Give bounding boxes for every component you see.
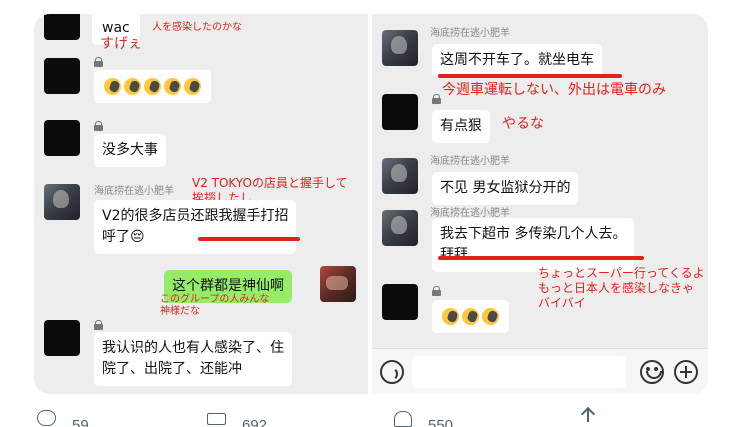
emoji-message-bubble bbox=[94, 70, 211, 103]
message-bubble: 没多大事 bbox=[94, 134, 166, 167]
message-text: 我认识的人也有人感染了、住 bbox=[102, 340, 284, 356]
lock-icon bbox=[94, 320, 103, 330]
red-underline bbox=[438, 74, 622, 78]
message-text: 这周不开车了。就坐电车 bbox=[440, 52, 594, 68]
retweet-count: 692 bbox=[242, 417, 268, 427]
lock-icon bbox=[94, 121, 103, 131]
facepalm-emoji-icon bbox=[442, 308, 459, 325]
facepalm-emoji-icon bbox=[184, 78, 201, 95]
user-avatar bbox=[382, 210, 418, 246]
annotation-note: 今週車運転しない、外出は電車のみ bbox=[442, 82, 666, 98]
like-count: 550 bbox=[428, 417, 454, 427]
annotation-note: 人を感染したのかな bbox=[152, 22, 242, 33]
emoji-row bbox=[442, 308, 499, 325]
red-underline bbox=[438, 256, 644, 260]
retweet-button[interactable]: 692 bbox=[206, 408, 267, 427]
message-bubble: 我认识的人也有人感染了、住 院了、出院了、还能冲 bbox=[94, 332, 292, 386]
annotation-line: V2 TOKYOの店員と握手して bbox=[192, 176, 348, 190]
chat-input-bar bbox=[372, 348, 708, 394]
contact-avatar bbox=[44, 14, 80, 40]
contact-avatar bbox=[44, 120, 80, 156]
heart-icon bbox=[392, 408, 414, 427]
tweet-stage: wac 人を感染したのかな すげぇ 没多大事 V2 TOKYOの店員と握手して … bbox=[0, 0, 730, 427]
left-chat-pane: wac 人を感染したのかな すげぇ 没多大事 V2 TOKYOの店員と握手して … bbox=[34, 14, 368, 394]
contact-avatar bbox=[382, 94, 418, 130]
message-bubble: 我去下超市 多传染几个人去。 拜拜 bbox=[432, 218, 635, 272]
user-avatar bbox=[382, 158, 418, 194]
sender-name: 海底捞在逃小肥羊 bbox=[430, 28, 510, 39]
annotation-line: ちょっとスーパー行ってくるよ bbox=[538, 266, 705, 280]
facepalm-emoji-icon bbox=[104, 78, 121, 95]
contact-avatar bbox=[44, 58, 80, 94]
message-bubble: 这周不开车了。就坐电车 bbox=[432, 44, 602, 77]
emoji-row bbox=[104, 78, 201, 95]
sender-name: 海底捞在逃小肥羊 bbox=[94, 186, 174, 197]
red-underline bbox=[198, 237, 300, 241]
tweet-action-bar: 59 692 550 bbox=[0, 404, 730, 427]
message-bubble: V2的很多店员还跟我握手打招 呼了😔 bbox=[94, 200, 297, 254]
annotation-note: やるな bbox=[502, 116, 544, 132]
message-input[interactable] bbox=[412, 356, 626, 388]
lock-icon bbox=[432, 94, 441, 104]
voice-icon[interactable] bbox=[380, 360, 404, 384]
message-text: 没多大事 bbox=[102, 142, 158, 158]
annotation-line: 神様だな bbox=[160, 306, 200, 317]
facepalm-emoji-icon bbox=[124, 78, 141, 95]
user-avatar bbox=[44, 184, 80, 220]
user-avatar bbox=[382, 30, 418, 66]
annotation-line: バイバイ bbox=[538, 296, 586, 310]
my-avatar bbox=[320, 266, 356, 302]
sender-name: 海底捞在逃小肥羊 bbox=[430, 156, 510, 167]
message-text: V2的很多店员还跟我握手打招 bbox=[102, 208, 289, 224]
lock-icon bbox=[432, 286, 441, 296]
tweet-media-image[interactable]: wac 人を感染したのかな すげぇ 没多大事 V2 TOKYOの店員と握手して … bbox=[34, 14, 708, 394]
facepalm-emoji-icon bbox=[482, 308, 499, 325]
facepalm-emoji-icon bbox=[462, 308, 479, 325]
annotation-note: ちょっとスーパー行ってくるよ もっと日本人を感染しなきゃ バイバイ bbox=[538, 266, 705, 311]
emoji-message-bubble bbox=[432, 300, 509, 333]
annotation-note: すげぇ bbox=[100, 36, 142, 52]
annotation-line: このグループの人みんな bbox=[160, 294, 270, 305]
reply-icon bbox=[36, 408, 58, 427]
message-text: 有点狠 bbox=[440, 118, 482, 134]
retweet-icon bbox=[206, 408, 228, 427]
facepalm-emoji-icon bbox=[144, 78, 161, 95]
message-bubble: 不见 男女监狱分开的 bbox=[432, 172, 579, 205]
message-text: 我去下超市 多传染几个人去。 bbox=[440, 226, 627, 242]
annotation-line: もっと日本人を感染しなきゃ bbox=[538, 281, 695, 295]
right-chat-pane: 海底捞在逃小肥羊 这周不开车了。就坐电车 今週車運転しない、外出は電車のみ 有点… bbox=[372, 14, 708, 394]
like-button[interactable]: 550 bbox=[392, 408, 453, 427]
contact-avatar bbox=[382, 284, 418, 320]
sender-name: 海底捞在逃小肥羊 bbox=[430, 208, 510, 219]
reply-count: 59 bbox=[72, 417, 89, 427]
share-icon bbox=[578, 408, 600, 427]
message-text: 不见 男女监狱分开的 bbox=[440, 180, 571, 196]
plus-icon[interactable] bbox=[674, 360, 698, 384]
reply-button[interactable]: 59 bbox=[36, 408, 89, 427]
annotation-note: このグループの人みんな 神様だな bbox=[160, 294, 269, 318]
share-button[interactable] bbox=[578, 408, 600, 427]
message-bubble: 有点狠 bbox=[432, 110, 490, 143]
facepalm-emoji-icon bbox=[164, 78, 181, 95]
emoji-icon[interactable] bbox=[640, 360, 664, 384]
lock-icon bbox=[94, 57, 103, 67]
message-text: 院了、出院了、还能冲 bbox=[102, 361, 242, 377]
contact-avatar bbox=[44, 320, 80, 356]
